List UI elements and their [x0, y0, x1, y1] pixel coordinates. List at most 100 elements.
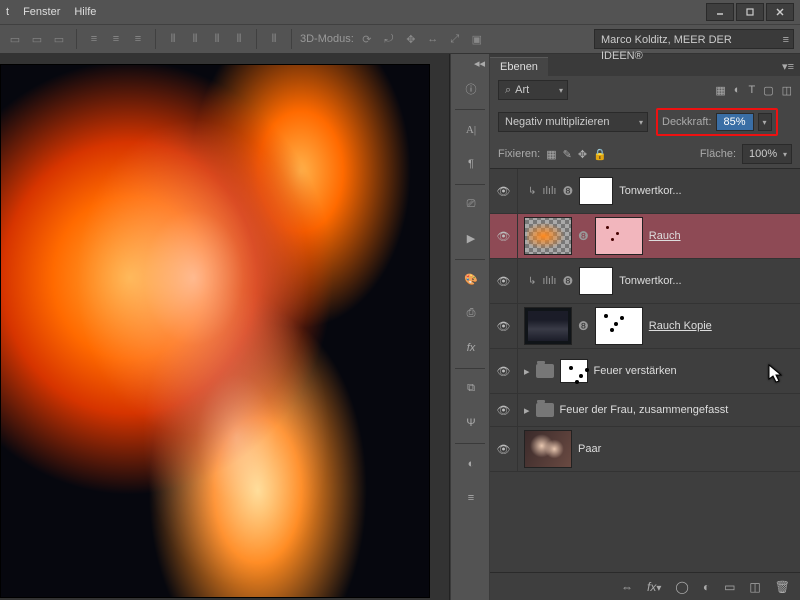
layer-name[interactable]: Tonwertkor...: [619, 275, 681, 287]
visibility-toggle-icon[interactable]: 👁: [490, 259, 518, 303]
layer-row[interactable]: 👁 ↳ ılılı ❽ Tonwertkor...: [490, 259, 800, 304]
distribute-icon[interactable]: ≡: [107, 30, 125, 48]
layer-thumbnail[interactable]: [524, 217, 572, 255]
layer-name[interactable]: Paar: [578, 443, 601, 455]
fill-value-dropdown[interactable]: 100%: [742, 144, 792, 164]
align-icon[interactable]: ▭: [6, 30, 24, 48]
document-canvas-area: [0, 54, 450, 600]
layer-filter-kind[interactable]: Art: [498, 80, 568, 100]
filter-smart-icon[interactable]: ◫: [782, 84, 792, 97]
layer-name[interactable]: Rauch: [649, 230, 681, 242]
paragraph-panel-icon[interactable]: ¶: [451, 147, 491, 181]
new-layer-icon[interactable]: ◫: [749, 580, 760, 594]
link-icon: ❽: [562, 274, 573, 288]
group-mask-thumbnail[interactable]: [560, 359, 588, 383]
lock-pixels-icon[interactable]: ✎: [563, 148, 572, 161]
swatches-panel-icon[interactable]: 🎨: [451, 263, 491, 297]
brushes-panel-icon[interactable]: ⎙: [451, 297, 491, 331]
distribute-icon[interactable]: ≡: [129, 30, 147, 48]
menu-item-truncated[interactable]: t: [6, 6, 9, 18]
menu-item-fenster[interactable]: Fenster: [23, 6, 60, 18]
add-mask-icon[interactable]: ◯: [675, 580, 688, 594]
blend-mode-dropdown[interactable]: Negativ multiplizieren: [498, 112, 648, 132]
layer-name[interactable]: Rauch Kopie: [649, 320, 712, 332]
lock-position-icon[interactable]: ✥: [578, 148, 587, 161]
filter-type-icon[interactable]: T: [748, 84, 755, 97]
visibility-toggle-icon[interactable]: 👁: [490, 169, 518, 213]
disclosure-triangle-icon[interactable]: ▸: [524, 365, 530, 378]
layer-thumbnail[interactable]: [524, 307, 572, 345]
visibility-toggle-icon[interactable]: 👁: [490, 349, 518, 393]
layer-row-group[interactable]: 👁 ▸ Feuer der Frau, zusammengefasst: [490, 394, 800, 427]
layer-name[interactable]: Feuer der Frau, zusammengefasst: [560, 404, 729, 416]
timeline-panel-icon[interactable]: ⎚: [451, 188, 491, 222]
document-canvas[interactable]: [0, 64, 430, 598]
user-dropdown[interactable]: Marco Kolditz, MEER DER IDEEN®: [594, 29, 794, 49]
pan-icon[interactable]: ✥: [402, 30, 420, 48]
properties-panel-icon[interactable]: ≡: [451, 481, 491, 515]
close-button[interactable]: [766, 3, 794, 21]
dock-collapse-icon[interactable]: ◂◂: [451, 54, 489, 72]
delete-layer-icon[interactable]: 🗑: [775, 580, 790, 594]
opacity-input[interactable]: [716, 113, 754, 131]
layer-row-selected[interactable]: 👁 ❽ Rauch: [490, 214, 800, 259]
layer-mask-thumbnail[interactable]: [595, 307, 643, 345]
layer-row[interactable]: 👁 ↳ ılılı ❽ Tonwertkor...: [490, 169, 800, 214]
user-name-label: Marco Kolditz, MEER DER IDEEN®: [594, 29, 794, 49]
info-panel-icon[interactable]: ⓘ: [451, 72, 491, 106]
visibility-toggle-icon[interactable]: 👁: [490, 304, 518, 348]
layer-mask-thumbnail[interactable]: [579, 267, 613, 295]
opacity-slider-arrow[interactable]: ▾: [758, 113, 772, 131]
maximize-button[interactable]: [736, 3, 764, 21]
options-bar: ▭ ▭ ▭ ≡ ≡ ≡ ⦀ ⦀ ⦀ ⦀ ⦀ 3D-Modus: ⟳ ⤾ ✥ ↔ …: [0, 24, 800, 54]
minimize-button[interactable]: [706, 3, 734, 21]
panel-flyout-icon[interactable]: ▾≡: [776, 57, 800, 76]
lock-all-icon[interactable]: 🔒: [593, 148, 607, 161]
layer-name[interactable]: Tonwertkor...: [619, 185, 681, 197]
distribute-icon[interactable]: ≡: [85, 30, 103, 48]
visibility-toggle-icon[interactable]: 👁: [490, 394, 518, 426]
distribute-icon[interactable]: ⦀: [230, 30, 248, 48]
layer-mask-thumbnail[interactable]: [579, 177, 613, 205]
roll-icon[interactable]: ⤾: [380, 30, 398, 48]
link-icon: ❽: [578, 229, 589, 243]
adjustments-panel-icon[interactable]: ◐: [451, 447, 491, 481]
filter-adjustment-icon[interactable]: ◐: [734, 84, 741, 97]
layer-effects-icon[interactable]: fx▾: [647, 580, 661, 594]
layer-row[interactable]: 👁 Paar: [490, 427, 800, 472]
layer-row-group[interactable]: 👁 ▸ Feuer verstärken: [490, 349, 800, 394]
distribute-icon[interactable]: ⦀: [164, 30, 182, 48]
levels-icon: ılılı: [542, 185, 556, 197]
layer-name[interactable]: Feuer verstärken: [594, 365, 677, 377]
character-panel-icon[interactable]: A|: [451, 113, 491, 147]
visibility-toggle-icon[interactable]: 👁: [490, 214, 518, 258]
layer-filter-icons: ▦ ◐ T ▢ ◫: [715, 84, 792, 97]
actions-panel-icon[interactable]: ▶: [451, 222, 491, 256]
align-icon[interactable]: ▭: [28, 30, 46, 48]
filter-pixel-icon[interactable]: ▦: [715, 84, 725, 97]
camera-icon[interactable]: ▣: [468, 30, 486, 48]
filter-shape-icon[interactable]: ▢: [763, 84, 773, 97]
distribute-icon[interactable]: ⦀: [208, 30, 226, 48]
orbit-icon[interactable]: ⟳: [358, 30, 376, 48]
layer-row[interactable]: 👁 ❽ Rauch Kopie: [490, 304, 800, 349]
menu-item-hilfe[interactable]: Hilfe: [74, 6, 96, 18]
slide-icon[interactable]: ↔: [424, 30, 442, 48]
styles-panel-icon[interactable]: fx: [451, 331, 491, 365]
tool-presets-icon[interactable]: Ψ: [451, 406, 491, 440]
distribute-icon[interactable]: ⦀: [265, 30, 283, 48]
disclosure-triangle-icon[interactable]: ▸: [524, 404, 530, 417]
align-icon[interactable]: ▭: [50, 30, 68, 48]
visibility-toggle-icon[interactable]: 👁: [490, 427, 518, 471]
new-adjustment-icon[interactable]: ◐: [703, 580, 710, 594]
distribute-icon[interactable]: ⦀: [186, 30, 204, 48]
scale-icon[interactable]: ⤢: [446, 30, 464, 48]
layers-tab[interactable]: Ebenen: [490, 57, 548, 76]
new-group-icon[interactable]: ▭: [724, 580, 735, 594]
lock-transparency-icon[interactable]: ▦: [546, 148, 556, 161]
layer-mask-thumbnail[interactable]: [595, 217, 643, 255]
clone-panel-icon[interactable]: ⧉: [451, 372, 491, 406]
link-layers-icon[interactable]: ⇔: [621, 580, 633, 594]
layer-thumbnail[interactable]: [524, 430, 572, 468]
layers-panel: Ebenen ▾≡ Art ▦ ◐ T ▢ ◫ Negativ multipli…: [490, 54, 800, 600]
